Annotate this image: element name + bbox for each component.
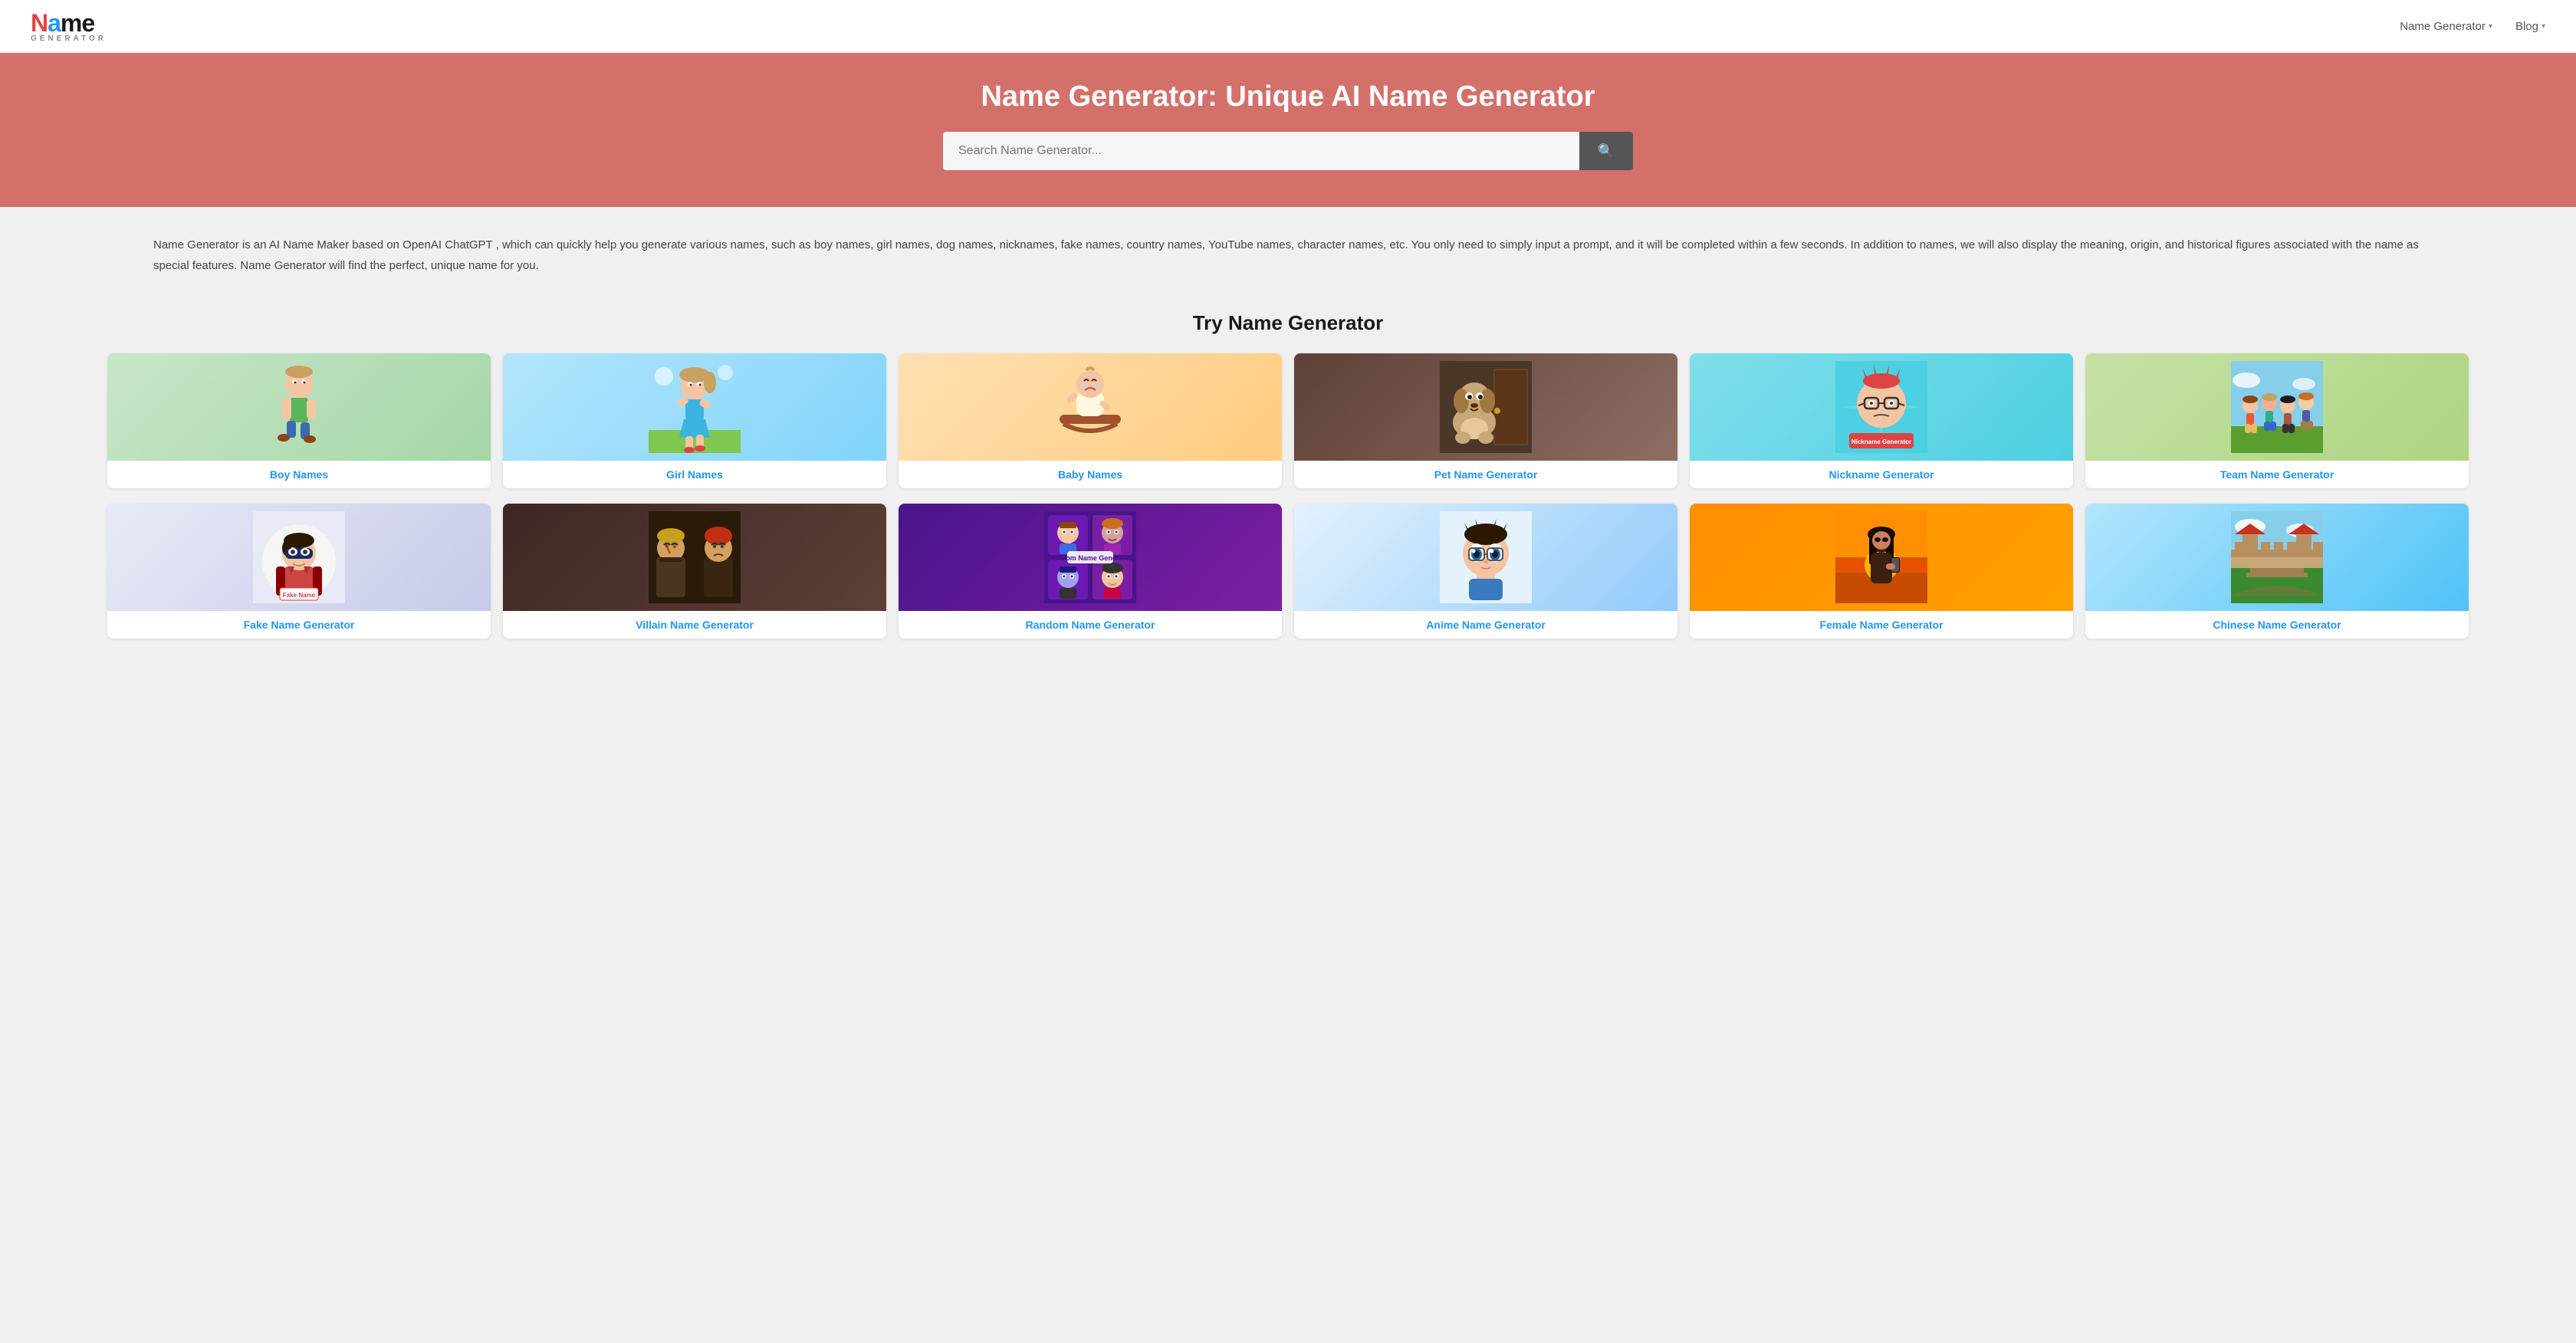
card-pet-names-image	[1294, 353, 1677, 461]
svg-text:Fake Name: Fake Name	[283, 592, 316, 599]
search-button[interactable]: 🔍	[1579, 132, 1633, 170]
hero-banner: Name Generator: Unique AI Name Generator…	[0, 53, 2576, 207]
card-team-names[interactable]: Team Name Generator	[2085, 353, 2469, 488]
card-girl-names-image	[503, 353, 886, 461]
card-villain-names[interactable]: Villain Name Generator	[503, 504, 886, 639]
card-anime-names-image	[1294, 504, 1677, 611]
logo[interactable]: Name GENERATOR	[31, 9, 107, 43]
svg-text:Nickname Generator: Nickname Generator	[1852, 438, 1911, 445]
card-boy-names-image	[107, 353, 491, 461]
card-team-names-image	[2085, 353, 2469, 461]
card-boy-names[interactable]: Boy Names	[107, 353, 491, 488]
description-section: Name Generator is an AI Name Maker based…	[0, 207, 2576, 304]
nav-blog-label: Blog	[2515, 20, 2538, 33]
try-section: Try Name Generator	[0, 304, 2576, 677]
try-title: Try Name Generator	[107, 311, 2469, 335]
nav-name-generator-label: Name Generator	[2400, 20, 2486, 33]
nav-name-generator-chevron: ▾	[2489, 22, 2492, 31]
card-random-names-image: Random Name Generator	[899, 504, 1282, 611]
svg-text:Random Name Generator: Random Name Generator	[1049, 554, 1132, 562]
card-fake-names-image: Fake Name	[107, 504, 491, 611]
logo-n-blue: a	[48, 9, 61, 37]
search-bar: 🔍	[943, 132, 1633, 170]
logo-sub: GENERATOR	[31, 34, 107, 43]
card-baby-names-image	[899, 353, 1282, 461]
card-baby-names-label: Baby Names	[899, 461, 1282, 488]
card-nickname-label: Nickname Generator	[1690, 461, 2073, 488]
hero-title: Name Generator: Unique AI Name Generator	[15, 80, 2561, 113]
card-villain-names-image	[503, 504, 886, 611]
card-nickname-image: Nickname Generator	[1690, 353, 2073, 461]
card-nickname[interactable]: Nickname Generator Nickname Generator	[1690, 353, 2073, 488]
card-anime-names[interactable]: Anime Name Generator	[1294, 504, 1677, 639]
card-chinese-names[interactable]: Chinese Name Generator	[2085, 504, 2469, 639]
description-text: Name Generator is an AI Name Maker based…	[153, 235, 2423, 276]
card-boy-names-label: Boy Names	[107, 461, 491, 488]
search-input[interactable]	[943, 132, 1579, 170]
card-fake-names-label: Fake Name Generator	[107, 611, 491, 639]
card-anime-names-label: Anime Name Generator	[1294, 611, 1677, 639]
logo-text: Name GENERATOR	[31, 9, 107, 43]
card-fake-names[interactable]: Fake Name Fake Name Generator	[107, 504, 491, 639]
card-female-names-image	[1690, 504, 2073, 611]
cards-row-1: Boy Names	[107, 353, 2469, 488]
card-team-names-label: Team Name Generator	[2085, 461, 2469, 488]
nav-blog-chevron: ▾	[2542, 22, 2545, 31]
card-girl-names-label: Girl Names	[503, 461, 886, 488]
card-baby-names[interactable]: Baby Names	[899, 353, 1282, 488]
cards-row-2: Fake Name Fake Name Generator	[107, 504, 2469, 639]
nav-name-generator[interactable]: Name Generator ▾	[2400, 20, 2492, 33]
logo-n-red: N	[31, 9, 48, 37]
nav-bar: Name GENERATOR Name Generator ▾ Blog ▾	[0, 0, 2576, 53]
nav-links: Name Generator ▾ Blog ▾	[2400, 20, 2545, 33]
card-chinese-names-image	[2085, 504, 2469, 611]
card-chinese-names-label: Chinese Name Generator	[2085, 611, 2469, 639]
card-random-names[interactable]: Random Name Generator Random Name Genera…	[899, 504, 1282, 639]
card-pet-names[interactable]: Pet Name Generator	[1294, 353, 1677, 488]
card-female-names[interactable]: Female Name Generator	[1690, 504, 2073, 639]
card-random-names-label: Random Name Generator	[899, 611, 1282, 639]
card-girl-names[interactable]: Girl Names	[503, 353, 886, 488]
search-icon: 🔍	[1598, 143, 1615, 159]
card-villain-names-label: Villain Name Generator	[503, 611, 886, 639]
nav-blog[interactable]: Blog ▾	[2515, 20, 2545, 33]
card-pet-names-label: Pet Name Generator	[1294, 461, 1677, 488]
card-female-names-label: Female Name Generator	[1690, 611, 2073, 639]
